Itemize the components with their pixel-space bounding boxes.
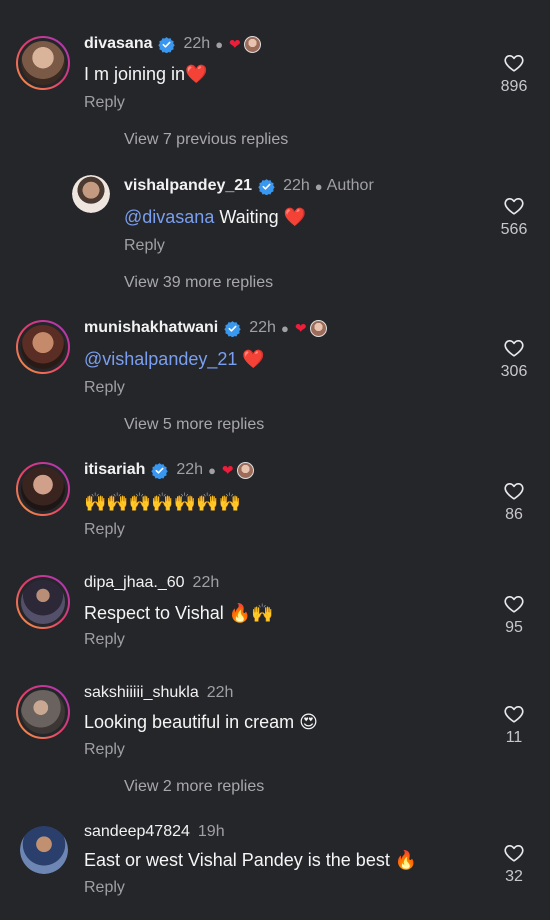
heart-outline-icon — [503, 52, 525, 74]
reply-button[interactable]: Reply — [84, 521, 125, 539]
verified-badge-icon — [151, 462, 168, 479]
like-count: 86 — [505, 506, 523, 523]
creator-liked-indicator: ❤ — [221, 461, 254, 479]
heart-filled-icon: ❤ — [229, 35, 241, 52]
heart-outline-icon — [503, 337, 525, 359]
avatar[interactable] — [72, 175, 110, 213]
like-button[interactable]: 566 — [500, 195, 528, 239]
timestamp: 22h — [176, 461, 204, 478]
view-more-replies-button[interactable]: View 2 more replies — [124, 778, 264, 796]
username[interactable]: dipa_jhaa._60 — [84, 574, 185, 592]
creator-avatar — [309, 319, 327, 337]
avatar[interactable] — [20, 826, 68, 874]
timestamp: 22h — [183, 35, 211, 52]
comment-text: I m joining in❤️ — [84, 64, 208, 84]
separator-dot: ● — [314, 178, 323, 194]
like-button[interactable]: 86 — [500, 480, 528, 524]
like-count: 95 — [505, 619, 523, 636]
like-count: 896 — [500, 78, 528, 95]
author-label: Author — [326, 177, 374, 194]
comment-text: @vishalpandey_21 ❤️ — [84, 349, 265, 369]
separator-dot: ● — [280, 320, 289, 336]
reply-button[interactable]: Reply — [84, 631, 125, 649]
separator-dot: ● — [215, 36, 224, 52]
verified-badge-icon — [158, 36, 175, 53]
creator-liked-indicator: ❤ — [229, 35, 261, 53]
reply-button[interactable]: Reply — [84, 741, 125, 759]
username[interactable]: divasana — [84, 35, 152, 53]
creator-avatar — [236, 461, 254, 479]
mention-link[interactable]: @divasana — [124, 207, 214, 227]
mention-link[interactable]: @vishalpandey_21 — [84, 349, 237, 369]
avatar[interactable] — [16, 320, 70, 374]
verified-badge-icon — [224, 320, 241, 337]
heart-outline-icon — [503, 593, 525, 615]
timestamp: 22h — [249, 319, 276, 336]
comment-text: Looking beautiful in cream 😍 — [84, 712, 318, 732]
heart-outline-icon — [503, 480, 525, 502]
view-more-replies-button[interactable]: View 5 more replies — [124, 416, 264, 434]
like-button[interactable]: 306 — [500, 337, 528, 381]
like-count: 32 — [505, 868, 523, 885]
username[interactable]: munishakhatwani — [84, 319, 218, 337]
timestamp: 22h — [283, 177, 310, 194]
reply-button[interactable]: Reply — [84, 379, 125, 397]
like-button[interactable]: 95 — [500, 593, 528, 637]
like-button[interactable]: 896 — [500, 52, 528, 96]
like-count: 11 — [505, 729, 523, 746]
like-count: 306 — [500, 363, 528, 380]
comment-text: @divasana Waiting ❤️ — [124, 207, 307, 227]
avatar[interactable] — [16, 575, 70, 629]
reply-button[interactable]: Reply — [124, 237, 165, 255]
creator-liked-indicator: ❤ — [294, 319, 327, 337]
heart-outline-icon — [503, 195, 525, 217]
heart-filled-icon: ❤ — [294, 319, 307, 336]
comment-text: East or west Vishal Pandey is the best 🔥 — [84, 850, 418, 870]
timestamp: 22h — [192, 574, 220, 591]
view-more-replies-button[interactable]: View 39 more replies — [124, 274, 273, 292]
like-button[interactable]: 32 — [500, 842, 528, 886]
heart-filled-icon: ❤ — [221, 461, 234, 478]
heart-outline-icon — [503, 703, 525, 725]
timestamp: 22h — [206, 684, 234, 701]
verified-badge-icon — [258, 178, 275, 195]
timestamp: 19h — [197, 823, 225, 840]
reply-button[interactable]: Reply — [84, 94, 125, 112]
avatar[interactable] — [16, 685, 70, 739]
heart-outline-icon — [503, 842, 525, 864]
avatar[interactable] — [16, 36, 70, 90]
view-previous-replies-button[interactable]: View 7 previous replies — [124, 131, 288, 149]
username[interactable]: itisariah — [84, 461, 145, 479]
reply-button[interactable]: Reply — [84, 879, 125, 897]
separator-dot: ● — [208, 462, 216, 478]
username[interactable]: sakshiiiii_shukla — [84, 684, 199, 702]
avatar[interactable] — [16, 462, 70, 516]
creator-avatar — [243, 35, 261, 53]
username[interactable]: sandeep47824 — [84, 823, 190, 841]
like-button[interactable]: 11 — [500, 703, 528, 747]
comment-text: Respect to Vishal 🔥🙌 — [84, 603, 274, 623]
username[interactable]: vishalpandey_21 — [124, 177, 252, 195]
comment-text: 🙌🙌🙌🙌🙌🙌🙌 — [84, 492, 241, 512]
like-count: 566 — [500, 221, 528, 238]
